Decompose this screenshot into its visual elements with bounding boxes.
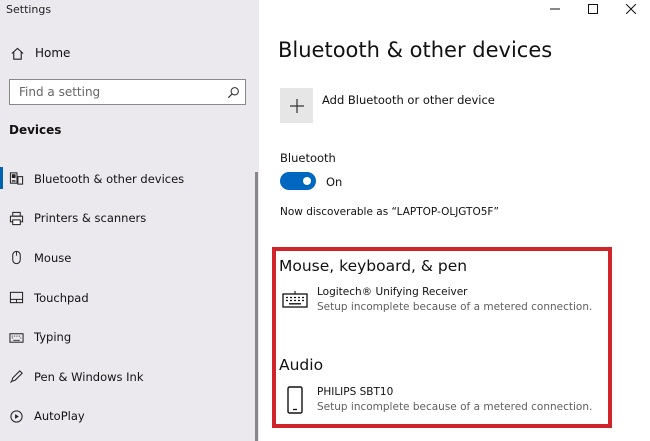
home-label: Home [35, 46, 71, 60]
touchpad-icon [8, 290, 24, 306]
sidebar-item-autoplay[interactable]: AutoPlay [0, 397, 259, 437]
close-button[interactable] [612, 0, 650, 18]
discoverable-text: Now discoverable as “LAPTOP-OLJGTO5F” [280, 206, 499, 218]
sidebar-item-label: AutoPlay [34, 409, 85, 424]
section-title: Devices [9, 123, 62, 137]
sidebar-item-label: Touchpad [34, 290, 89, 305]
minimize-button[interactable] [536, 0, 574, 18]
toggle-knob [303, 177, 311, 185]
group-title-input-devices: Mouse, keyboard, & pen [279, 257, 468, 275]
plus-icon [280, 88, 313, 123]
pen-icon [8, 369, 24, 385]
device-status: Setup incomplete because of a metered co… [317, 401, 593, 413]
device-text: PHILIPS SBT10 Setup incomplete because o… [317, 385, 592, 415]
window-controls [536, 0, 650, 18]
device-philips-sbt10[interactable]: PHILIPS SBT10 Setup incomplete because o… [281, 385, 592, 415]
device-text: Logitech® Unifying Receiver Setup incomp… [317, 285, 592, 315]
sidebar-item-touchpad[interactable]: Touchpad [0, 278, 259, 318]
search-box[interactable] [9, 79, 246, 105]
close-icon [626, 4, 636, 14]
sidebar-nav: Bluetooth & other devices Printers & sca… [0, 159, 259, 436]
sidebar-item-bluetooth[interactable]: Bluetooth & other devices [0, 159, 259, 199]
home-link[interactable]: Home [8, 44, 70, 62]
home-icon [8, 44, 26, 62]
maximize-button[interactable] [574, 0, 612, 18]
main-content: Bluetooth & other devices Add Bluetooth … [259, 0, 650, 441]
keyboard-icon [8, 329, 24, 345]
bluetooth-state: On [326, 175, 343, 189]
sidebar-item-typing[interactable]: Typing [0, 317, 259, 357]
minimize-icon [550, 8, 560, 10]
app-title: Settings [6, 3, 52, 16]
phone-icon [281, 385, 309, 415]
device-name: PHILIPS SBT10 [317, 386, 394, 398]
sidebar-item-printers[interactable]: Printers & scanners [0, 199, 259, 239]
sidebar-item-mouse[interactable]: Mouse [0, 238, 259, 278]
sidebar-item-label: Pen & Windows Ink [34, 369, 144, 384]
sidebar-item-label: Typing [34, 330, 72, 345]
group-title-audio: Audio [279, 356, 324, 374]
printer-icon [8, 210, 24, 226]
search-icon[interactable] [225, 84, 241, 100]
mouse-icon [8, 250, 24, 266]
sidebar-item-label: Mouse [34, 250, 72, 265]
bluetooth-toggle[interactable] [280, 172, 316, 190]
device-name: Logitech® Unifying Receiver [317, 286, 468, 298]
device-status: Setup incomplete because of a metered co… [317, 301, 593, 313]
keyboard-icon [281, 285, 309, 315]
sidebar-item-label: Printers & scanners [34, 211, 147, 226]
device-logitech-receiver[interactable]: Logitech® Unifying Receiver Setup incomp… [281, 285, 592, 315]
search-input[interactable] [19, 85, 225, 99]
maximize-icon [588, 4, 598, 14]
sidebar-item-label: Bluetooth & other devices [34, 171, 185, 186]
sidebar-scrollbar[interactable] [255, 172, 258, 441]
add-device-label: Add Bluetooth or other device [322, 93, 495, 107]
sidebar: Settings Home Devices Bluetooth & other … [0, 0, 259, 441]
autoplay-icon [8, 408, 24, 424]
add-device-button[interactable]: Add Bluetooth or other device [280, 88, 495, 123]
page-title: Bluetooth & other devices [278, 38, 553, 62]
bluetooth-label: Bluetooth [280, 151, 336, 165]
bluetooth-devices-icon [8, 171, 24, 187]
sidebar-item-pen[interactable]: Pen & Windows Ink [0, 357, 259, 397]
